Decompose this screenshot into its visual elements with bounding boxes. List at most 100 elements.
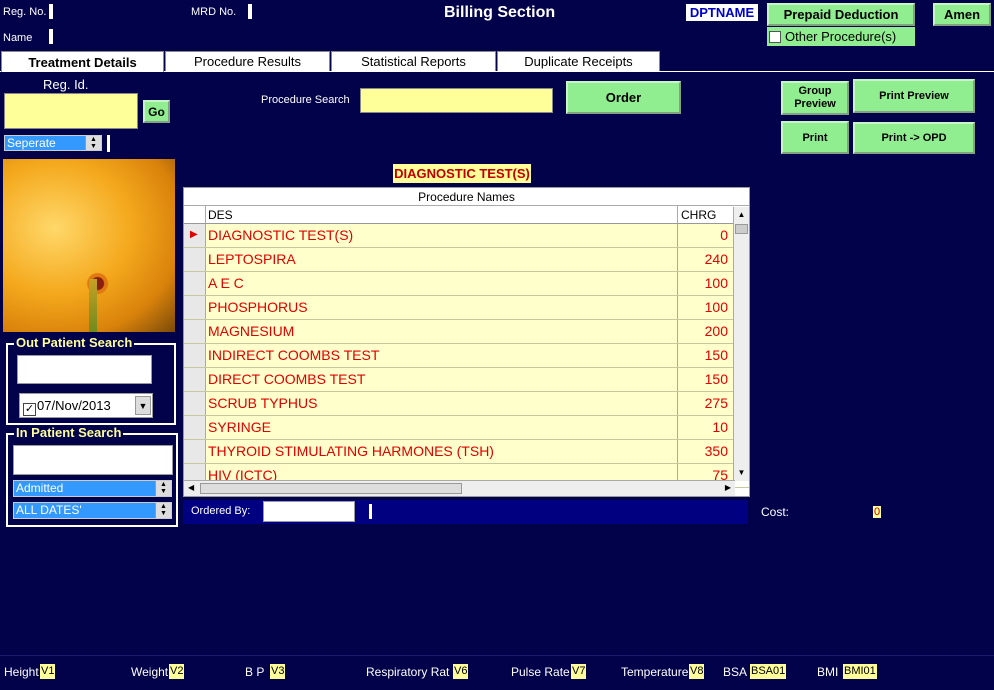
op-date-picker[interactable]: ✓ 07/Nov/2013 ▼ [19, 393, 153, 418]
height-label: Height [4, 665, 39, 679]
row-chrg: 100 [678, 272, 734, 295]
scroll-up-icon[interactable]: ▲ [734, 207, 749, 223]
name-label: Name [3, 32, 33, 44]
out-patient-search-group: Out Patient Search ✓ 07/Nov/2013 ▼ [6, 335, 176, 425]
tab-treatment-details[interactable]: Treatment Details [1, 51, 164, 72]
spin-arrows-icon[interactable]: ▲ ▼ [155, 481, 171, 496]
ip-search-input[interactable] [13, 445, 173, 475]
row-chrg: 275 [678, 392, 734, 415]
ip-dates-select[interactable]: ALL DATES' ▲ ▼ [13, 502, 172, 519]
seperate-aux-field[interactable] [107, 135, 110, 152]
tab-procedure-results[interactable]: Procedure Results [165, 51, 330, 71]
table-row[interactable]: A E C 100 [184, 272, 749, 296]
pulse-rate-value: V7 [571, 664, 587, 679]
scroll-left-icon[interactable]: ◀ [188, 483, 194, 492]
table-row[interactable]: SCRUB TYPHUS 275 [184, 392, 749, 416]
row-chrg: 10 [678, 416, 734, 439]
ordered-by-aux-field[interactable] [369, 504, 372, 519]
procedure-grid: Procedure Names DES CHRG ▶ DIAGNOSTIC TES… [183, 187, 750, 497]
op-search-input[interactable] [17, 355, 152, 384]
op-date-checkbox[interactable]: ✓ [23, 403, 36, 416]
vertical-scrollbar[interactable]: ▲ ▼ [733, 207, 749, 481]
row-selector[interactable]: ▶ [184, 224, 206, 247]
table-row[interactable]: SYRINGE 10 [184, 416, 749, 440]
bsa-value: BSA01 [750, 664, 787, 679]
reg-no-field[interactable] [49, 4, 53, 19]
name-field[interactable] [49, 29, 53, 44]
row-selector[interactable] [184, 440, 206, 463]
row-selector[interactable] [184, 320, 206, 343]
op-date-value: 07/Nov/2013 [37, 398, 111, 413]
table-row[interactable]: DIRECT COOMBS TEST 150 [184, 368, 749, 392]
print-preview-button[interactable]: Print Preview [853, 79, 975, 113]
ordered-by-label: Ordered By: [191, 505, 251, 517]
row-chrg: 0 [678, 224, 734, 247]
procedure-search-input[interactable] [360, 88, 553, 113]
order-button[interactable]: Order [566, 81, 681, 114]
out-patient-search-title: Out Patient Search [14, 335, 135, 350]
scroll-down-icon[interactable]: ▼ [734, 465, 749, 481]
row-des: LEPTOSPIRA [206, 248, 678, 271]
amen-button[interactable]: Amen [933, 3, 991, 26]
reg-id-input[interactable] [4, 93, 138, 129]
other-procedure-checkbox[interactable] [769, 30, 781, 43]
spin-arrows-icon[interactable]: ▲ ▼ [85, 136, 101, 150]
dropdown-arrow-icon[interactable]: ▼ [135, 396, 151, 415]
table-row[interactable]: THYROID STIMULATING HARMONES (TSH) 350 [184, 440, 749, 464]
row-selector[interactable] [184, 344, 206, 367]
row-des: DIAGNOSTIC TEST(S) [206, 224, 678, 247]
other-procedure-toggle[interactable]: Other Procedure(s) [767, 27, 915, 46]
row-chrg: 100 [678, 296, 734, 319]
row-selector[interactable] [184, 272, 206, 295]
table-row[interactable]: ▶ DIAGNOSTIC TEST(S) 0 [184, 224, 749, 248]
print-opd-button[interactable]: Print -> OPD [853, 122, 975, 154]
row-des: MAGNESIUM [206, 320, 678, 343]
col-des-header[interactable]: DES [206, 206, 678, 223]
row-selector[interactable] [184, 416, 206, 439]
mrd-no-field[interactable] [248, 4, 252, 19]
print-button[interactable]: Print [781, 121, 849, 154]
tab-duplicate-receipts[interactable]: Duplicate Receipts [497, 51, 660, 71]
row-selector[interactable] [184, 296, 206, 319]
seperate-select[interactable]: Seperate ▲ ▼ [4, 135, 102, 151]
row-des: A E C [206, 272, 678, 295]
row-selector[interactable] [184, 368, 206, 391]
flower-image [3, 159, 175, 332]
row-des: DIRECT COOMBS TEST [206, 368, 678, 391]
row-chrg: 200 [678, 320, 734, 343]
h-scroll-thumb[interactable] [200, 483, 462, 494]
row-selector[interactable] [184, 392, 206, 415]
table-row[interactable]: MAGNESIUM 200 [184, 320, 749, 344]
temperature-value: V8 [689, 664, 705, 679]
spin-arrows-icon[interactable]: ▲ ▼ [155, 503, 171, 518]
bmi-label: BMI [817, 665, 839, 679]
page-title: Billing Section [444, 4, 556, 21]
ordered-by-input[interactable] [263, 501, 355, 522]
grid-header-selector [184, 206, 206, 223]
pulse-rate-label: Pulse Rate [511, 665, 570, 679]
row-chrg: 240 [678, 248, 734, 271]
table-row[interactable]: INDIRECT COOMBS TEST 150 [184, 344, 749, 368]
table-row[interactable]: LEPTOSPIRA 240 [184, 248, 749, 272]
seperate-value: Seperate [7, 136, 56, 150]
group-preview-button[interactable]: Group Preview [781, 81, 849, 115]
tab-statistical-reports[interactable]: Statistical Reports [331, 51, 496, 71]
flower-stem [89, 279, 97, 332]
scroll-thumb[interactable] [735, 224, 748, 234]
horizontal-scrollbar[interactable]: ◀ ▶ [184, 480, 735, 496]
grid-header: DES CHRG [184, 206, 749, 224]
col-chrg-header[interactable]: CHRG [678, 206, 734, 223]
table-row[interactable]: PHOSPHORUS 100 [184, 296, 749, 320]
bp-label: B P [245, 665, 265, 679]
go-button[interactable]: Go [143, 100, 170, 123]
scroll-right-icon[interactable]: ▶ [725, 483, 731, 492]
row-chrg: 350 [678, 440, 734, 463]
procedure-search-label: Procedure Search [261, 94, 350, 106]
ip-status-select[interactable]: Admitted ▲ ▼ [13, 480, 172, 497]
row-selector[interactable] [184, 248, 206, 271]
ip-dates-value: ALL DATES' [16, 503, 82, 517]
in-patient-search-title: In Patient Search [14, 425, 124, 440]
row-des: PHOSPHORUS [206, 296, 678, 319]
prepaid-deduction-button[interactable]: Prepaid Deduction [767, 3, 915, 26]
mrd-no-label: MRD No. [191, 6, 237, 18]
